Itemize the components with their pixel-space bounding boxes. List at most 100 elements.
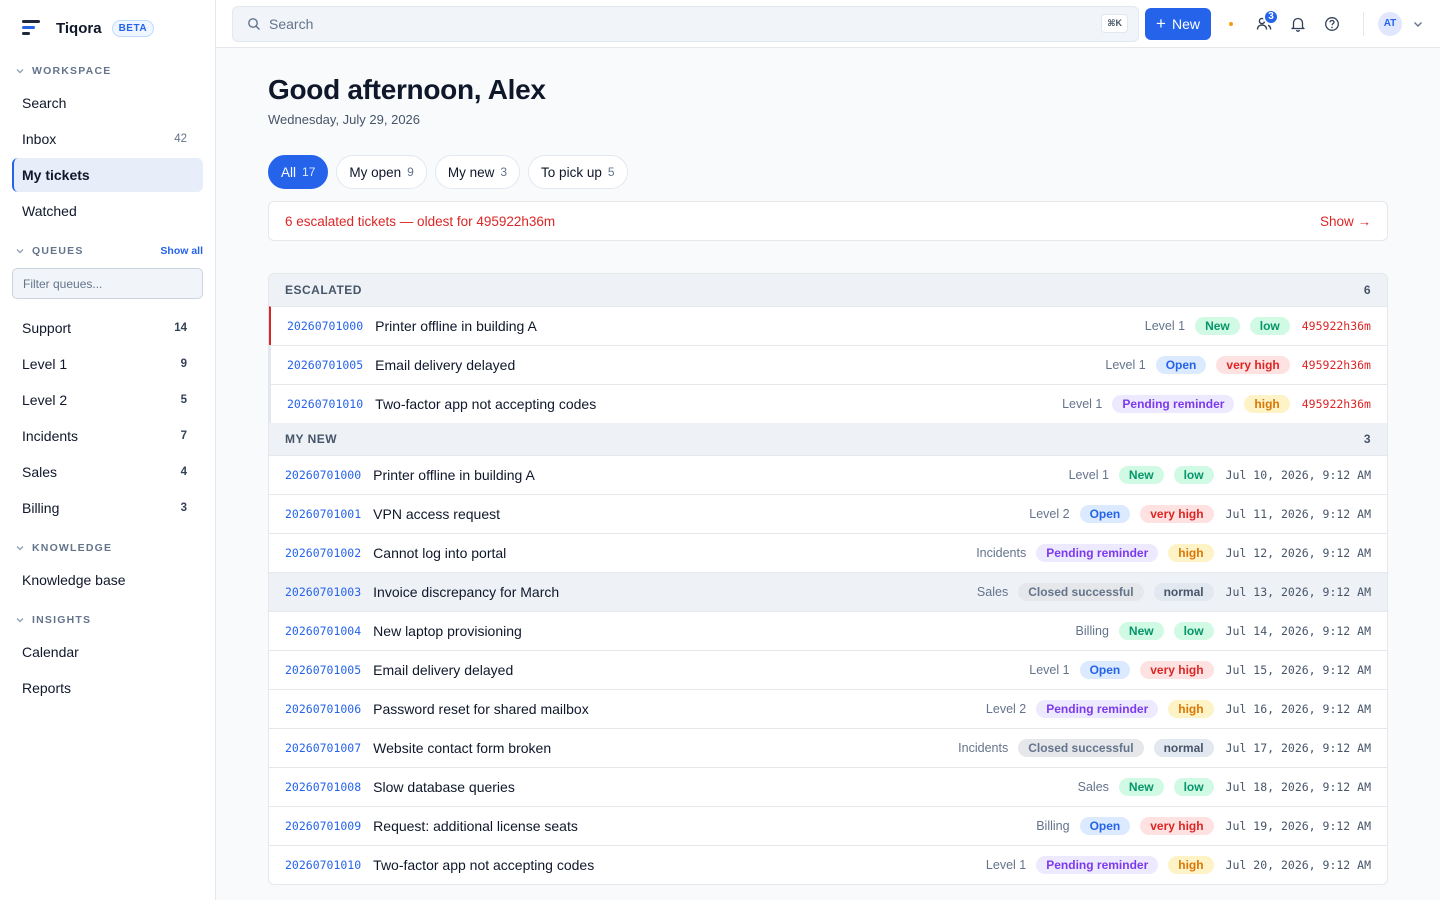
ticket-created-time: Jul 15, 2026, 9:12 AM bbox=[1225, 663, 1371, 677]
section-knowledge[interactable]: KNOWLEDGE bbox=[12, 535, 203, 561]
chip-my-open[interactable]: My open 9 bbox=[336, 155, 427, 189]
sidebar-item-reports[interactable]: Reports bbox=[12, 671, 203, 705]
chip-label: My new bbox=[447, 164, 495, 180]
table-row[interactable]: 20260701004 New laptop provisioning Billin… bbox=[269, 611, 1387, 650]
sidebar-item-count: 4 bbox=[180, 466, 187, 478]
sidebar-item-knowledge-base[interactable]: Knowledge base bbox=[12, 563, 203, 597]
table-row[interactable]: 20260701001 VPN access request Level 2 Open… bbox=[269, 494, 1387, 533]
ticket-title: New laptop provisioning bbox=[373, 623, 522, 639]
ticket-id-link[interactable]: 20260701010 bbox=[285, 858, 361, 872]
chevron-down-icon bbox=[14, 542, 26, 554]
ticket-id-link[interactable]: 20260701010 bbox=[287, 397, 363, 411]
table-row[interactable]: 20260701005 Email delivery delayed Level 1… bbox=[269, 650, 1387, 689]
table-row[interactable]: 20260701007 Website contact form broken In… bbox=[269, 728, 1387, 767]
ticket-id-link[interactable]: 20260701007 bbox=[285, 741, 361, 755]
ticket-title: Email delivery delayed bbox=[375, 357, 516, 373]
ticket-title: Printer offline in building A bbox=[373, 467, 535, 483]
ticket-id-link[interactable]: 20260701001 bbox=[285, 507, 361, 521]
brand[interactable]: Tiqora BETA bbox=[12, 0, 203, 56]
ticket-title: VPN access request bbox=[373, 506, 501, 522]
sidebar-item-level-2[interactable]: Level 2 5 bbox=[12, 383, 203, 417]
chip-all[interactable]: All 17 bbox=[268, 155, 329, 189]
escalation-age: 495922h36m bbox=[1301, 397, 1371, 411]
table-row[interactable]: 20260701010 Two-factor app not accepting … bbox=[269, 384, 1387, 423]
priority-badge: very high bbox=[1140, 661, 1214, 679]
chip-count: 3 bbox=[500, 165, 508, 179]
ticket-id-link[interactable]: 20260701003 bbox=[285, 585, 361, 599]
new-ticket-label: New bbox=[1171, 15, 1200, 32]
table-row[interactable]: 20260701010 Two-factor app not accepting … bbox=[269, 845, 1387, 884]
chip-count: 5 bbox=[607, 165, 615, 179]
queue-filter-input[interactable] bbox=[12, 268, 203, 299]
group-header-escalated[interactable]: ESCALATED 6 bbox=[269, 274, 1387, 306]
section-title: QUEUES bbox=[32, 245, 84, 257]
help-button[interactable] bbox=[1315, 7, 1349, 41]
ticket-created-time: Jul 18, 2026, 9:12 AM bbox=[1225, 780, 1371, 794]
filter-chips: All 17 My open 9 My new 3 To pick up 5 bbox=[268, 155, 1388, 189]
ticket-id-link[interactable]: 20260701004 bbox=[285, 624, 361, 638]
state-badge: Open bbox=[1079, 505, 1131, 523]
section-queues[interactable]: QUEUES Show all bbox=[12, 238, 203, 264]
ticket-title: Two-factor app not accepting codes bbox=[375, 396, 597, 412]
group-header-mynew[interactable]: MY NEW 3 bbox=[269, 423, 1387, 455]
ticket-id-link[interactable]: 20260701009 bbox=[285, 819, 361, 833]
queues-show-all-link[interactable]: Show all bbox=[160, 245, 203, 257]
table-row[interactable]: 20260701005 Email delivery delayed Level 1… bbox=[269, 345, 1387, 384]
sidebar-item-watched[interactable]: Watched bbox=[12, 194, 203, 228]
table-row[interactable]: 20260701002 Cannot log into portal Inciden… bbox=[269, 533, 1387, 572]
ticket-queue: Level 1 bbox=[985, 858, 1027, 872]
plus-icon: + bbox=[1156, 14, 1166, 33]
group-count: 6 bbox=[1363, 283, 1371, 297]
section-workspace[interactable]: WORKSPACE bbox=[12, 58, 203, 84]
ticket-id-link[interactable]: 20260701000 bbox=[287, 319, 363, 333]
ticket-queue: Level 1 bbox=[1144, 319, 1186, 333]
avatar[interactable]: AT bbox=[1378, 11, 1402, 36]
table-row[interactable]: 20260701006 Password reset for shared mai… bbox=[269, 689, 1387, 728]
chip-my-new[interactable]: My new 3 bbox=[434, 155, 521, 189]
sidebar-item-calendar[interactable]: Calendar bbox=[12, 635, 203, 669]
sidebar-item-label: Incidents bbox=[22, 428, 79, 444]
chip-count: 9 bbox=[407, 165, 414, 179]
ticket-id-link[interactable]: 20260701008 bbox=[285, 780, 361, 794]
table-row[interactable]: 20260701000 Printer offline in building A… bbox=[269, 455, 1387, 494]
page-date: Wednesday, July 29, 2026 bbox=[268, 112, 421, 127]
sidebar-item-search[interactable]: Search bbox=[12, 86, 203, 120]
sidebar-item-level-1[interactable]: Level 1 9 bbox=[12, 347, 203, 381]
state-badge: New bbox=[1118, 622, 1164, 640]
sidebar-item-incidents[interactable]: Incidents 7 bbox=[12, 419, 203, 453]
chip-to-pick-up[interactable]: To pick up 5 bbox=[528, 155, 628, 189]
ticket-id-link[interactable]: 20260701005 bbox=[287, 358, 363, 372]
page-title: Good afternoon, Alex bbox=[268, 74, 546, 105]
escalation-show-link[interactable]: Show → bbox=[1320, 214, 1371, 229]
priority-badge: low bbox=[1173, 466, 1214, 484]
ticket-id-link[interactable]: 20260701002 bbox=[285, 546, 361, 560]
sidebar-item-sales[interactable]: Sales 4 bbox=[12, 455, 203, 489]
table-row[interactable]: 20260701008 Slow database queries Sales New… bbox=[269, 767, 1387, 806]
table-row[interactable]: 20260701009 Request: additional license s… bbox=[269, 806, 1387, 845]
sidebar-item-label: Watched bbox=[22, 203, 77, 219]
search-box[interactable]: ⌘K bbox=[232, 5, 1140, 42]
table-row[interactable]: 20260701003 Invoice discrepancy for March… bbox=[269, 572, 1387, 611]
chevron-down-icon[interactable] bbox=[1412, 18, 1424, 30]
chip-count: 17 bbox=[302, 165, 316, 179]
sidebar-item-label: Level 2 bbox=[22, 392, 68, 408]
ticket-id-link[interactable]: 20260701005 bbox=[285, 663, 361, 677]
group-count: 3 bbox=[1363, 432, 1371, 446]
ticket-id-link[interactable]: 20260701000 bbox=[285, 468, 361, 482]
search-input[interactable] bbox=[269, 15, 1102, 32]
ticket-queue: Sales bbox=[1077, 780, 1109, 794]
workspace-list: Search Inbox 42 My tickets Watched bbox=[12, 86, 203, 228]
sidebar-item-my-tickets[interactable]: My tickets bbox=[12, 158, 203, 192]
sidebar-item-inbox[interactable]: Inbox 42 bbox=[12, 122, 203, 156]
ticket-id-link[interactable]: 20260701006 bbox=[285, 702, 361, 716]
team-button[interactable]: 3 bbox=[1247, 7, 1281, 41]
sidebar-item-count: 7 bbox=[180, 430, 187, 442]
priority-badge: low bbox=[1173, 778, 1214, 796]
sidebar-item-billing[interactable]: Billing 3 bbox=[12, 491, 203, 525]
sidebar-item-support[interactable]: Support 14 bbox=[12, 311, 203, 345]
new-ticket-button[interactable]: + New bbox=[1145, 7, 1211, 40]
notifications-button[interactable] bbox=[1281, 7, 1315, 41]
section-insights[interactable]: INSIGHTS bbox=[12, 607, 203, 633]
sidebar-item-label: Level 1 bbox=[22, 356, 68, 372]
table-row[interactable]: 20260701000 Printer offline in building A… bbox=[269, 306, 1387, 345]
